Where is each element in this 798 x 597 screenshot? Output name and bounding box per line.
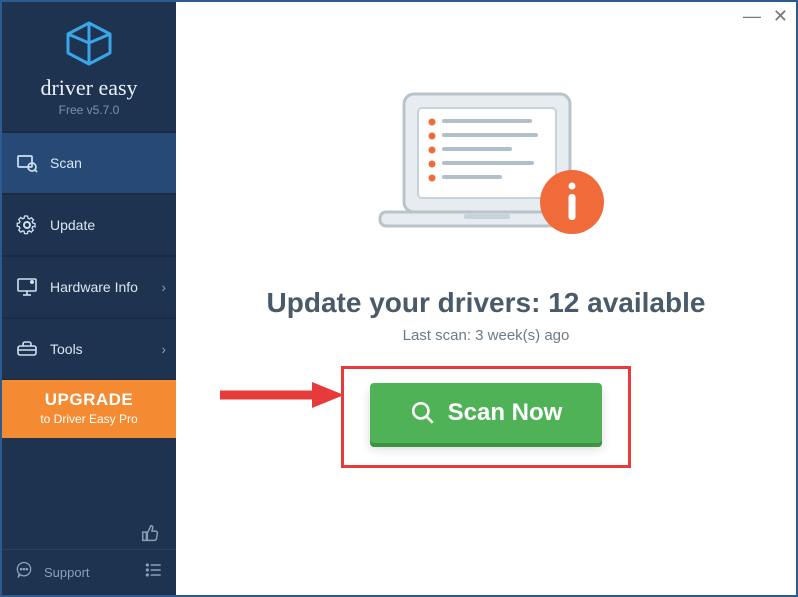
monitor-icon [16, 276, 38, 298]
last-scan-label: Last scan: 3 week(s) ago [403, 327, 570, 344]
upgrade-subtitle: to Driver Easy Pro [8, 412, 170, 426]
sidebar-item-hardware-info[interactable]: Hardware Info › [2, 256, 176, 318]
scan-now-button[interactable]: Scan Now [370, 383, 602, 443]
app-logo-icon [63, 20, 115, 71]
chevron-right-icon: › [161, 279, 166, 295]
scan-now-label: Scan Now [448, 399, 563, 427]
sidebar-nav: Scan Update [2, 132, 176, 380]
chevron-right-icon: › [161, 341, 166, 357]
upgrade-button[interactable]: UPGRADE to Driver Easy Pro [2, 380, 176, 438]
app-brand-name: driver easy [12, 75, 166, 101]
sidebar: driver easy Free v5.7.0 Scan [2, 2, 176, 595]
sidebar-like-row [2, 516, 176, 549]
logo-block: driver easy Free v5.7.0 [2, 2, 176, 132]
scan-icon [16, 152, 38, 174]
sidebar-item-label: Hardware Info [50, 279, 138, 295]
list-icon[interactable] [144, 560, 164, 585]
thumbs-up-icon[interactable] [140, 522, 162, 549]
headline-prefix: Update your drivers: [267, 287, 549, 318]
headline: Update your drivers: 12 available [267, 287, 706, 319]
sidebar-item-tools[interactable]: Tools › [2, 318, 176, 380]
upgrade-title: UPGRADE [8, 390, 170, 410]
sidebar-footer: Support [2, 549, 176, 595]
app-window: — ✕ driver easy Free v5.7.0 [0, 0, 798, 597]
sidebar-item-update[interactable]: Update [2, 194, 176, 256]
sidebar-item-label: Scan [50, 155, 82, 171]
available-count: 12 [548, 287, 579, 318]
sidebar-item-label: Update [50, 217, 95, 233]
annotation-arrow-icon [216, 380, 346, 410]
headline-suffix: available [579, 287, 705, 318]
main-panel: Update your drivers: 12 available Last s… [176, 2, 796, 595]
tools-icon [16, 338, 38, 360]
support-link[interactable]: Support [44, 565, 134, 580]
laptop-illustration [346, 90, 626, 265]
gear-icon [16, 214, 38, 236]
sidebar-item-label: Tools [50, 341, 83, 357]
search-icon [410, 400, 436, 426]
chat-icon[interactable] [14, 560, 34, 585]
app-version: Free v5.7.0 [12, 103, 166, 117]
annotation-frame: Scan Now [341, 366, 631, 468]
sidebar-item-scan[interactable]: Scan [2, 132, 176, 194]
